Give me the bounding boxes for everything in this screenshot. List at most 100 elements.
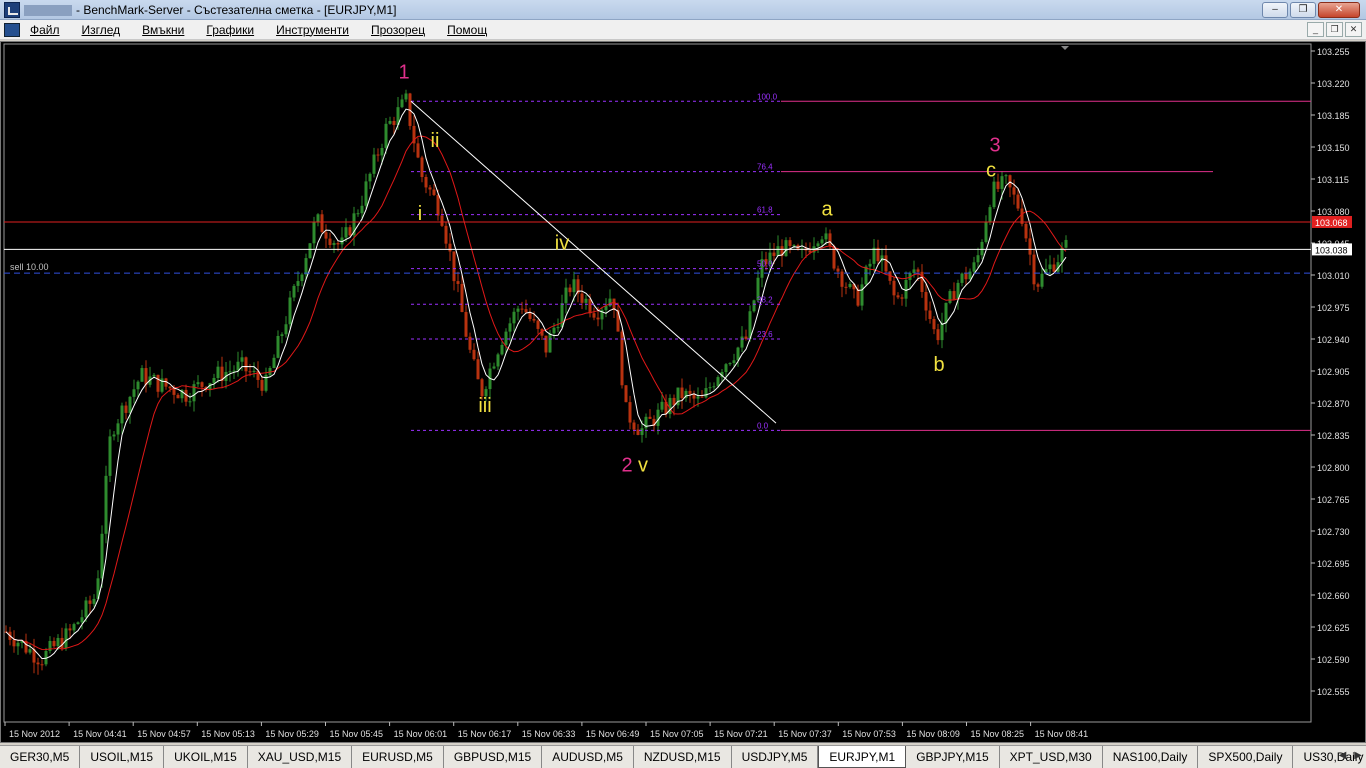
bull-candle xyxy=(16,642,20,647)
bear-candle xyxy=(844,286,848,288)
menu-window[interactable]: Прозорец xyxy=(371,23,425,37)
bear-candle xyxy=(456,281,460,284)
bear-candle xyxy=(420,157,424,178)
bear-candle xyxy=(156,374,160,392)
chart-tab-nzdusd-m15[interactable]: NZDUSD,M15 xyxy=(633,746,732,768)
chart-window-icon[interactable] xyxy=(4,22,20,37)
time-axis-label: 15 Nov 06:49 xyxy=(586,729,640,739)
price-axis-label: 102.975 xyxy=(1317,303,1350,313)
chart-tab-audusd-m5[interactable]: AUDUSD,M5 xyxy=(542,746,634,768)
bull-candle xyxy=(296,281,300,286)
bull-candle xyxy=(316,214,320,222)
bear-candle xyxy=(952,291,956,300)
wave-iv-label: iv xyxy=(555,232,569,254)
chart-tab-eurjpy-m1[interactable]: EURJPY,M1 xyxy=(818,746,907,768)
time-axis-label: 15 Nov 06:01 xyxy=(394,729,448,739)
menu-view[interactable]: Изглед xyxy=(82,23,121,37)
chart-tab-ukoil-m15[interactable]: UKOIL,M15 xyxy=(164,746,248,768)
bull-candle xyxy=(752,300,756,312)
window-title: - BenchMark-Server - Състезателна сметка… xyxy=(24,3,397,17)
time-axis-label: 15 Nov 07:21 xyxy=(714,729,768,739)
bull-candle xyxy=(864,266,868,285)
bear-candle xyxy=(428,187,432,190)
bull-candle xyxy=(732,360,736,364)
chart-tab-gbpjpy-m15[interactable]: GBPJPY,M15 xyxy=(906,746,1000,768)
bull-candle xyxy=(140,368,144,382)
bull-candle xyxy=(80,617,84,623)
tab-scroll-left-icon[interactable]: ◀ xyxy=(1339,750,1347,761)
bull-candle xyxy=(912,269,916,273)
price-chart[interactable]: 103.255 103.220 103.185 103.150 103.115 103.0… xyxy=(0,41,1366,743)
time-axis-label: 15 Nov 05:45 xyxy=(330,729,384,739)
minimize-button[interactable]: – xyxy=(1262,2,1288,18)
chart-tab-spx500-daily[interactable]: SPX500,Daily xyxy=(1198,746,1294,768)
menu-insert[interactable]: Вмъкни xyxy=(142,23,184,37)
trend-line[interactable] xyxy=(410,100,777,424)
bear-candle xyxy=(892,280,896,296)
bull-candle xyxy=(28,649,32,653)
ask-price-marker-label: 103.068 xyxy=(1315,218,1348,228)
chart-restore-button[interactable]: ❐ xyxy=(1326,22,1343,37)
bull-candle xyxy=(128,396,132,413)
chart-canvas[interactable]: 103.255 103.220 103.185 103.150 103.115 103.0… xyxy=(1,42,1365,742)
bear-candle xyxy=(688,390,692,394)
bull-candle xyxy=(944,302,948,324)
menu-help[interactable]: Помощ xyxy=(447,23,487,37)
bull-candle xyxy=(868,263,872,267)
chart-close-button[interactable]: ✕ xyxy=(1345,22,1362,37)
chart-tab-eurusd-m5[interactable]: EURUSD,M5 xyxy=(352,746,444,768)
bear-candle xyxy=(424,177,428,188)
time-axis-label: 15 Nov 04:41 xyxy=(73,729,127,739)
bull-candle xyxy=(492,366,496,369)
time-axis-label: 15 Nov 04:57 xyxy=(137,729,191,739)
price-axis-label: 102.800 xyxy=(1317,463,1350,473)
bear-candle xyxy=(964,273,968,280)
chart-tab-ger30-m5[interactable]: GER30,M5 xyxy=(0,746,81,768)
bull-candle xyxy=(784,240,788,257)
bull-candle xyxy=(572,279,576,293)
chart-tab-usoil-m15[interactable]: USOIL,M15 xyxy=(80,746,165,768)
bear-candle xyxy=(168,386,172,389)
menu-tools[interactable]: Инструменти xyxy=(276,23,349,37)
maximize-button[interactable]: ❐ xyxy=(1290,2,1316,18)
bull-candle xyxy=(1040,273,1044,287)
bear-candle xyxy=(1028,238,1032,255)
bull-candle xyxy=(272,357,276,368)
bull-candle xyxy=(104,475,108,534)
tab-scroll-controls: ◀ ▶ xyxy=(1339,750,1362,761)
bear-candle xyxy=(172,388,176,395)
bull-candle xyxy=(308,243,312,259)
bull-candle xyxy=(300,274,304,282)
price-axis-label: 102.765 xyxy=(1317,495,1350,505)
chart-minimize-button[interactable]: _ xyxy=(1307,22,1324,37)
menu-file[interactable]: Файл xyxy=(30,23,60,37)
chart-tab-xau-usd-m15[interactable]: XAU_USD,M15 xyxy=(247,746,353,768)
bear-candle xyxy=(1008,175,1012,188)
time-axis-label: 15 Nov 08:41 xyxy=(1035,729,1089,739)
menu-charts[interactable]: Графики xyxy=(206,23,254,37)
bull-candle xyxy=(508,323,512,332)
chart-tab-usdjpy-m5[interactable]: USDJPY,M5 xyxy=(731,746,819,768)
bear-candle xyxy=(436,194,440,216)
bull-candle xyxy=(356,213,360,215)
tab-scroll-right-icon[interactable]: ▶ xyxy=(1354,750,1362,761)
fib-level-label: 23.6 xyxy=(757,330,773,339)
bull-candle xyxy=(116,423,120,435)
bull-candle xyxy=(560,303,564,328)
bear-candle xyxy=(464,311,468,337)
bull-candle xyxy=(816,243,820,247)
bull-candle xyxy=(1004,175,1008,177)
close-button[interactable]: ✕ xyxy=(1318,2,1360,18)
bear-candle xyxy=(620,331,624,386)
chart-shift-marker-icon[interactable] xyxy=(1061,46,1069,50)
chart-tab-gbpusd-m15[interactable]: GBPUSD,M15 xyxy=(443,746,543,768)
bear-candle xyxy=(392,121,396,125)
bull-candle xyxy=(72,624,76,631)
wave-2-label: 2 xyxy=(621,455,632,477)
chart-tab-nas100-daily[interactable]: NAS100,Daily xyxy=(1102,746,1199,768)
bull-candle xyxy=(776,246,780,257)
metatrader-app-icon[interactable] xyxy=(4,1,20,18)
bull-candle xyxy=(660,401,664,410)
chart-tab-xpt-usd-m30[interactable]: XPT_USD,M30 xyxy=(999,746,1103,768)
bull-candle xyxy=(728,363,732,365)
